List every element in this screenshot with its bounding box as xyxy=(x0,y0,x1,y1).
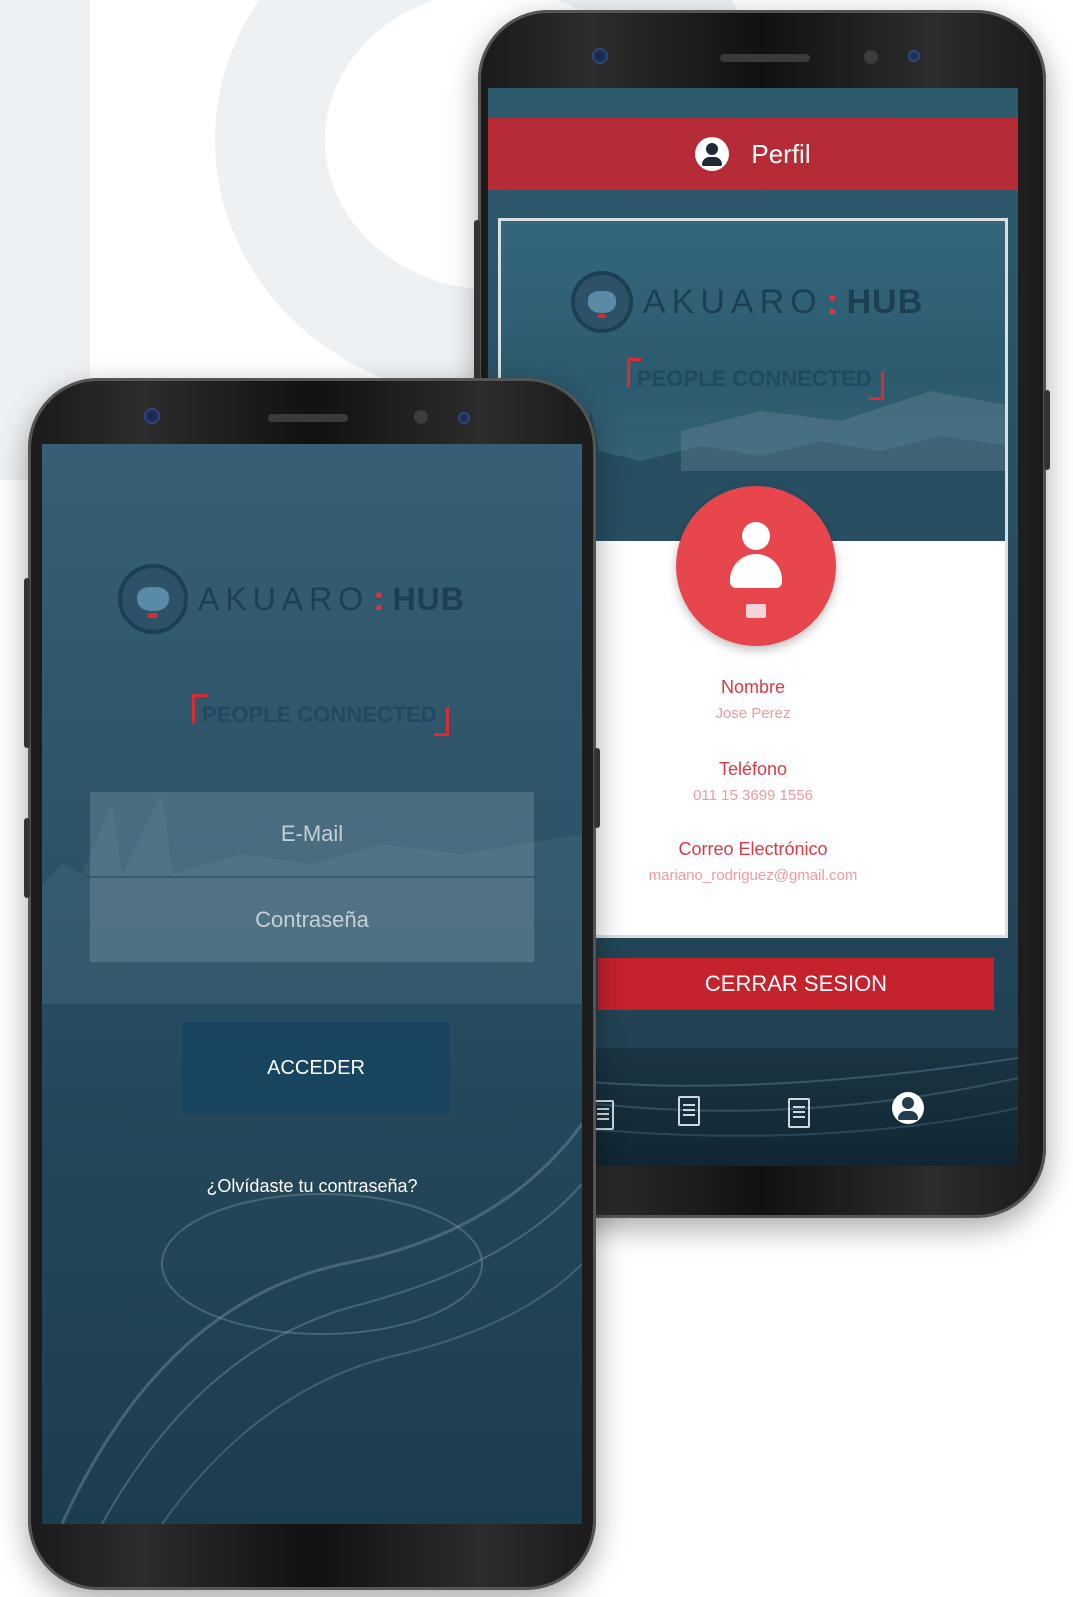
logo-word: AKUARO xyxy=(198,580,370,617)
logo-hub: HUB xyxy=(392,580,465,617)
access-button[interactable]: ACCEDER xyxy=(182,1022,450,1114)
forgot-password-link[interactable]: ¿Olvídaste tu contraseña? xyxy=(42,1176,582,1197)
speaker-grille xyxy=(268,414,348,422)
front-camera-icon xyxy=(144,408,160,424)
logo-word: AKUARO xyxy=(643,282,823,321)
phone-login: AKUARO : HUB PEOPLE CONNECTED ACCEDER ¿O… xyxy=(24,378,600,1590)
profile-header: Perfil xyxy=(488,118,1018,190)
login-screen: AKUARO : HUB PEOPLE CONNECTED ACCEDER ¿O… xyxy=(42,444,582,1524)
akuaro-hub-logo: AKUARO : HUB xyxy=(571,271,923,333)
folder-icon xyxy=(746,604,766,618)
sensor-icon xyxy=(414,410,428,424)
avatar[interactable] xyxy=(676,486,836,646)
certificate-icon[interactable] xyxy=(788,1098,810,1128)
logout-button[interactable]: CERRAR SESION xyxy=(598,958,994,1010)
tagline: PEOPLE CONNECTED xyxy=(627,358,884,400)
speaker-grille xyxy=(720,54,810,62)
logo-colon: : xyxy=(373,579,385,618)
avatar-body-icon xyxy=(730,554,782,588)
akuaro-hub-logo: AKUARO : HUB xyxy=(118,564,465,634)
phone-side-button xyxy=(24,578,30,748)
logo-colon: : xyxy=(826,281,839,322)
phone-side-button xyxy=(24,818,30,898)
sensor-icon xyxy=(458,412,470,424)
cat-logo-icon xyxy=(118,564,188,634)
phone-side-button xyxy=(1044,390,1050,470)
avatar-head-icon xyxy=(742,522,770,550)
header-title: Perfil xyxy=(751,138,811,169)
email-input[interactable] xyxy=(90,820,534,848)
sensor-icon xyxy=(864,50,878,64)
sensor-icon xyxy=(908,50,920,62)
logo-hub: HUB xyxy=(846,282,924,321)
tagline: PEOPLE CONNECTED xyxy=(192,694,449,736)
front-camera-icon xyxy=(592,48,608,64)
cat-logo-icon xyxy=(571,271,633,333)
user-profile-icon[interactable] xyxy=(892,1092,924,1124)
password-input[interactable] xyxy=(90,906,534,934)
password-field[interactable] xyxy=(90,878,534,962)
phone-side-button xyxy=(594,748,600,828)
phone-side-button xyxy=(474,220,480,380)
document-edit-icon[interactable] xyxy=(678,1096,700,1126)
user-icon xyxy=(695,137,730,171)
email-field[interactable] xyxy=(90,792,534,876)
